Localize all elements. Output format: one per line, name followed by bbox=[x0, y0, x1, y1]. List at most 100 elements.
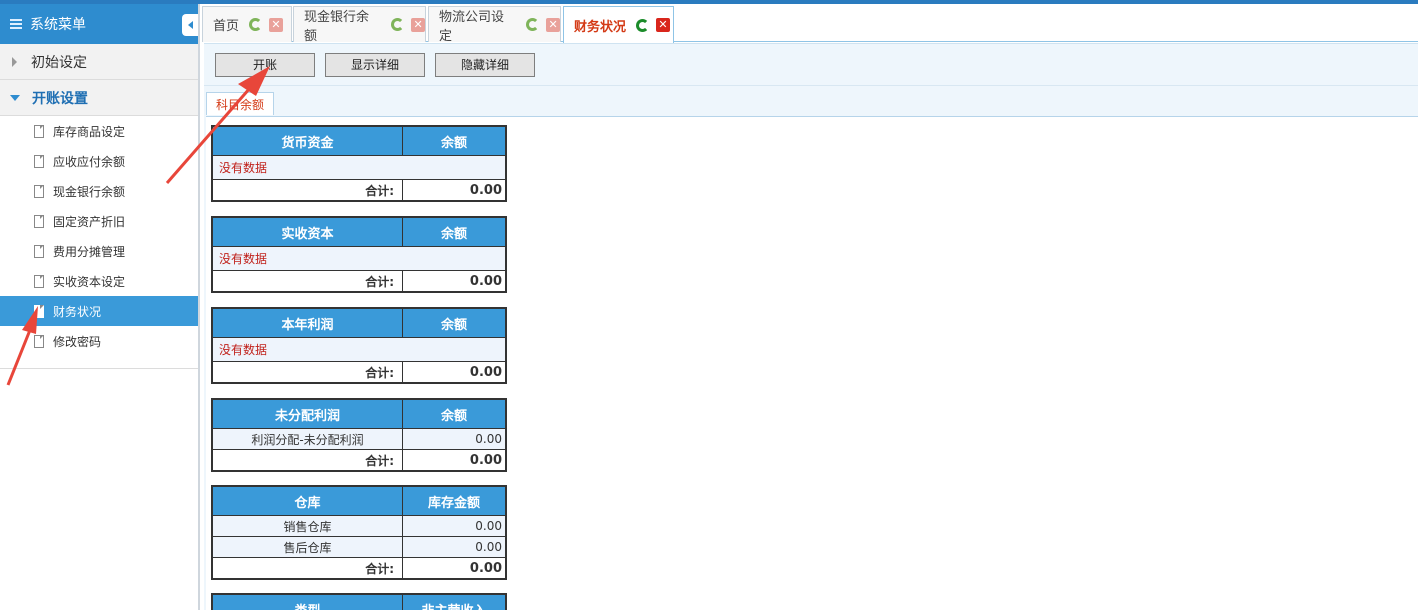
column-header: 余额 bbox=[402, 399, 506, 429]
sidebar-item-receivables[interactable]: 应收应付余额 bbox=[0, 146, 198, 176]
tab-account-balance[interactable]: 科目余额 bbox=[206, 92, 274, 115]
sidebar-group-label: 初始设定 bbox=[31, 54, 87, 71]
sidebar-group-label: 开账设置 bbox=[32, 90, 88, 107]
sidebar-item-label: 实收资本设定 bbox=[53, 274, 126, 289]
close-icon[interactable]: ✕ bbox=[269, 17, 284, 32]
balance-panel: 货币资金 余额 没有数据 合计: 0.00 实收资本 余额 没有数据 合计: 0.00 … bbox=[206, 116, 1418, 610]
caret-down-icon bbox=[10, 94, 20, 101]
sidebar-collapse-button[interactable] bbox=[182, 14, 198, 36]
monetary-funds-table: 货币资金 余额 没有数据 合计: 0.00 bbox=[211, 125, 507, 202]
tab-cash-bank[interactable]: 现金银行余额 ✕ bbox=[293, 6, 426, 44]
caret-right-icon bbox=[12, 56, 17, 67]
main-content: 开账 显示详细 隐藏详细 科目余额 货币资金 余额 没有数据 合计: 0.00 实收… bbox=[204, 43, 1418, 610]
column-header: 余额 bbox=[402, 126, 506, 156]
refresh-icon[interactable] bbox=[391, 18, 405, 31]
sidebar-item-inventory[interactable]: 库存商品设定 bbox=[0, 116, 198, 146]
column-header: 余额 bbox=[402, 217, 506, 247]
row-name: 利润分配-未分配利润 bbox=[212, 428, 403, 450]
total-value: 0.00 bbox=[402, 557, 506, 579]
total-value: 0.00 bbox=[402, 361, 506, 383]
warehouse-table: 仓库 库存金额 销售仓库 0.00 售后仓库 0.00 合计: 0.00 bbox=[211, 485, 507, 580]
column-header: 实收资本 bbox=[212, 217, 403, 247]
tab-label: 物流公司设定 bbox=[439, 9, 505, 44]
sidebar-item-cash-bank[interactable]: 现金银行余额 bbox=[0, 176, 198, 206]
table-row: 售后仓库 0.00 bbox=[212, 536, 506, 558]
column-header: 库存金额 bbox=[402, 486, 506, 516]
sidebar-group-initial-settings[interactable]: 初始设定 bbox=[0, 44, 198, 80]
row-name: 销售仓库 bbox=[212, 515, 403, 537]
sidebar-item-label: 现金银行余额 bbox=[53, 184, 126, 199]
row-value: 0.00 bbox=[402, 428, 506, 450]
sidebar-item-change-password[interactable]: 修改密码 bbox=[0, 326, 198, 356]
paid-in-capital-table: 实收资本 余额 没有数据 合计: 0.00 bbox=[211, 216, 507, 293]
sidebar-submenu: 库存商品设定 应收应付余额 现金银行余额 固定资产折旧 费用分摊管理 实收资本设… bbox=[0, 116, 198, 369]
annual-profit-table: 本年利润 余额 没有数据 合计: 0.00 bbox=[211, 307, 507, 384]
column-header: 未分配利润 bbox=[212, 399, 403, 429]
table-row: 利润分配-未分配利润 0.00 bbox=[212, 428, 506, 450]
total-value: 0.00 bbox=[402, 179, 506, 201]
sidebar-item-label: 费用分摊管理 bbox=[53, 244, 126, 259]
sidebar-header: 系统菜单 bbox=[0, 4, 198, 44]
tab-logistics[interactable]: 物流公司设定 ✕ bbox=[428, 6, 561, 44]
no-data-text: 没有数据 bbox=[212, 337, 506, 362]
row-value: 0.00 bbox=[402, 536, 506, 558]
chevron-left-icon bbox=[187, 21, 193, 29]
sidebar-item-financial-status[interactable]: 财务状况 bbox=[0, 296, 198, 326]
table-row: 销售仓库 0.00 bbox=[212, 515, 506, 537]
document-icon bbox=[34, 244, 44, 258]
document-icon bbox=[34, 304, 44, 318]
toolbar: 开账 显示详细 隐藏详细 bbox=[204, 44, 1418, 86]
row-value: 0.00 bbox=[402, 515, 506, 537]
total-value: 0.00 bbox=[402, 449, 506, 471]
document-icon bbox=[34, 184, 44, 198]
row-name: 售后仓库 bbox=[212, 536, 403, 558]
close-icon[interactable]: ✕ bbox=[546, 17, 560, 32]
sidebar-title: 系统菜单 bbox=[30, 17, 86, 33]
sidebar-item-label: 修改密码 bbox=[53, 334, 102, 349]
undistributed-profit-table: 未分配利润 余额 利润分配-未分配利润 0.00 合计: 0.00 bbox=[211, 398, 507, 472]
sidebar: 系统菜单 初始设定 开账设置 库存商品设定 应收应付余额 现金银行余额 固定资产… bbox=[0, 4, 200, 610]
tab-home[interactable]: 首页 ✕ bbox=[202, 6, 292, 42]
sidebar-item-label: 应收应付余额 bbox=[53, 154, 126, 169]
total-label: 合计: bbox=[212, 557, 403, 579]
tab-financial-status[interactable]: 财务状况 ✕ bbox=[563, 6, 674, 43]
sidebar-item-label: 固定资产折旧 bbox=[53, 214, 126, 229]
column-header: 货币资金 bbox=[212, 126, 403, 156]
total-value: 0.00 bbox=[402, 270, 506, 292]
non-operating-income-table: 类型非主营收入 bbox=[211, 593, 507, 610]
list-menu-icon bbox=[10, 19, 22, 29]
no-data-text: 没有数据 bbox=[212, 155, 506, 180]
document-icon bbox=[34, 214, 44, 228]
column-header: 本年利润 bbox=[212, 308, 403, 338]
close-icon[interactable]: ✕ bbox=[411, 17, 425, 32]
no-data-text: 没有数据 bbox=[212, 246, 506, 271]
refresh-icon[interactable] bbox=[526, 18, 540, 31]
sidebar-item-paid-in-capital[interactable]: 实收资本设定 bbox=[0, 266, 198, 296]
total-label: 合计: bbox=[212, 449, 403, 471]
column-header: 仓库 bbox=[212, 486, 403, 516]
close-icon[interactable]: ✕ bbox=[656, 18, 671, 32]
document-icon bbox=[34, 274, 44, 288]
refresh-icon[interactable] bbox=[636, 18, 650, 32]
tab-label: 财务状况 bbox=[574, 19, 627, 35]
sidebar-item-fixed-assets[interactable]: 固定资产折旧 bbox=[0, 206, 198, 236]
column-header: 余额 bbox=[402, 308, 506, 338]
document-icon bbox=[34, 124, 44, 138]
tab-label: 现金银行余额 bbox=[304, 9, 370, 44]
open-accounts-button[interactable]: 开账 bbox=[215, 52, 315, 77]
show-details-button[interactable]: 显示详细 bbox=[325, 52, 425, 77]
sidebar-item-expense-allocation[interactable]: 费用分摊管理 bbox=[0, 236, 198, 266]
total-label: 合计: bbox=[212, 179, 403, 201]
sidebar-item-label: 财务状况 bbox=[53, 304, 102, 319]
hide-details-button[interactable]: 隐藏详细 bbox=[435, 52, 535, 77]
sidebar-group-opening-settings[interactable]: 开账设置 bbox=[0, 80, 198, 116]
total-label: 合计: bbox=[212, 361, 403, 383]
column-header: 类型 bbox=[212, 594, 403, 610]
refresh-icon[interactable] bbox=[249, 18, 263, 31]
tab-label: 首页 bbox=[213, 19, 240, 34]
column-header: 非主营收入 bbox=[402, 594, 506, 610]
document-icon bbox=[34, 334, 44, 348]
document-icon bbox=[34, 154, 44, 168]
total-label: 合计: bbox=[212, 270, 403, 292]
subtab-bar: 科目余额 bbox=[204, 86, 1418, 115]
